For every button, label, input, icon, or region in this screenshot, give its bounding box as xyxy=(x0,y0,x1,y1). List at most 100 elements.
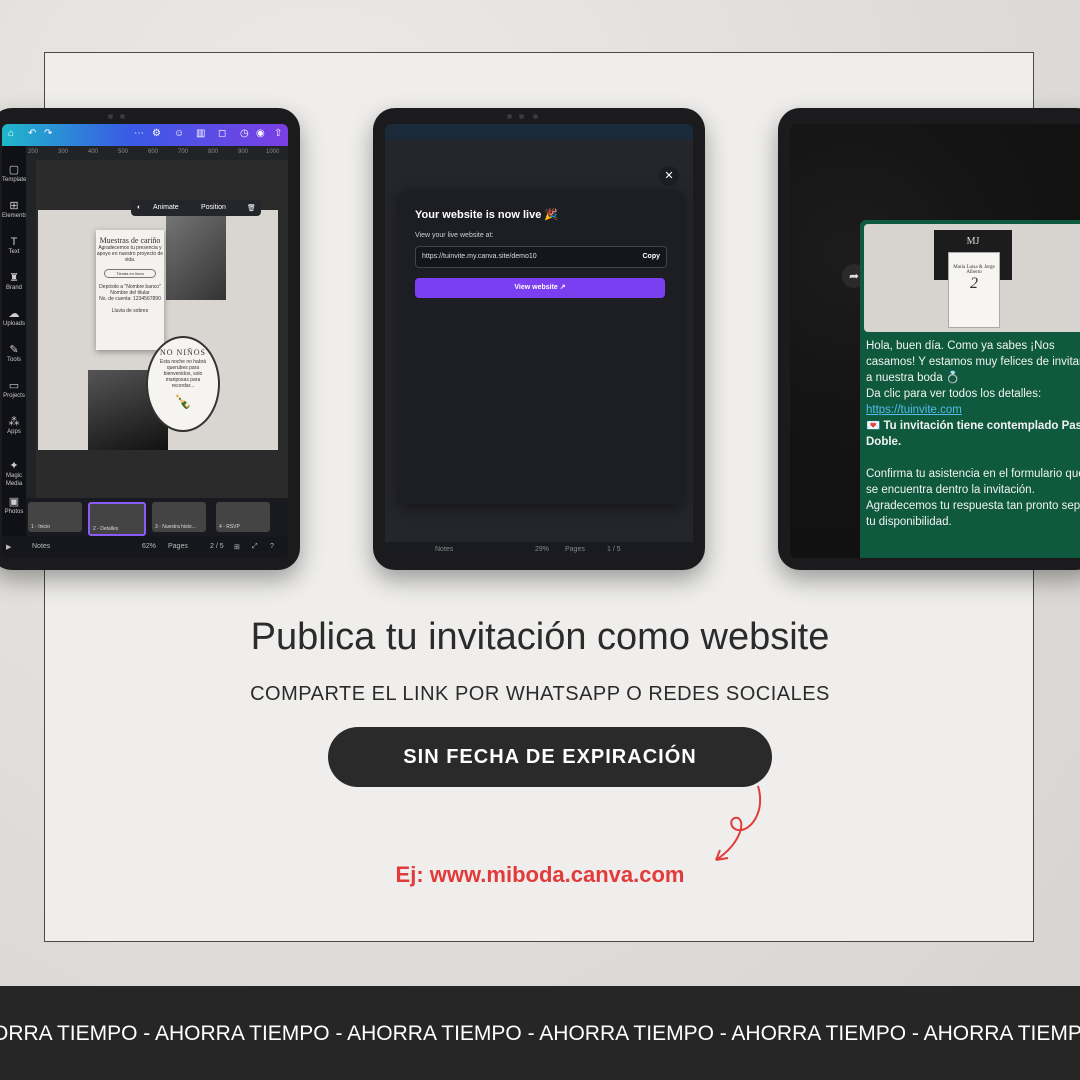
couple-names: María Luisa & Jorge Alberto xyxy=(953,265,995,275)
whatsapp-message[interactable]: MJ María Luisa & Jorge Alberto 2 Hola, b… xyxy=(860,220,1080,558)
transparency-icon[interactable]: ◐ xyxy=(137,204,141,211)
website-url-field[interactable]: https://tuinvite.my.canva.site/demo10 Co… xyxy=(415,246,667,268)
page-thumb[interactable]: 3 - Nuestra histo... xyxy=(152,502,206,532)
editor-toolbar: ⌂ ↶ ↷ ⋯ ⚙ ☺ ▥ ◻ ◷ ◉ ⇧ xyxy=(2,124,288,146)
ticker-text: ORRA TIEMPO - AHORRA TIEMPO - AHORRA TIE… xyxy=(0,1022,1080,1045)
cloud-upload-icon: ☁ xyxy=(8,308,20,320)
share-icon[interactable]: ⇧ xyxy=(274,128,282,139)
tablet-publish: ✕ Your website is now live 🎉 View your l… xyxy=(373,108,705,570)
floating-toolbar: ◐ Animate Position 🗑 xyxy=(131,200,261,216)
pages-button[interactable]: Pages xyxy=(168,543,188,550)
modal-subtitle: View your live website at: xyxy=(415,232,494,239)
example-url: Ej: www.miboda.canva.com xyxy=(395,862,685,887)
sidebar-item-magic-media[interactable]: ✦ Magic Media xyxy=(2,460,26,488)
help-icon[interactable]: ? xyxy=(270,543,274,550)
store-pill: Tienda en línea xyxy=(104,269,156,278)
grid-icon[interactable]: ⊞ xyxy=(234,543,240,551)
timer-icon[interactable]: ◷ xyxy=(240,128,249,139)
page-thumbnails: 1 - Inicio 2 - Detalles 3 - Nuestra hist… xyxy=(26,498,288,536)
magic-media-icon: ✦ xyxy=(9,460,19,472)
collaborators-icon[interactable]: ☺ xyxy=(174,128,184,139)
home-icon[interactable]: ⌂ xyxy=(8,128,14,139)
gifts-card[interactable]: Muestras de cariño Agradecemos tu presen… xyxy=(96,230,164,350)
play-icon[interactable]: ▶ xyxy=(6,543,11,551)
pages-button[interactable]: Pages xyxy=(565,546,585,553)
text-icon: T xyxy=(10,236,18,248)
card-body: Agradecemos tu presencia y apoyo en nues… xyxy=(96,245,164,263)
brand-icon: ♜ xyxy=(9,272,19,284)
page-count: 2 / 5 xyxy=(210,543,224,550)
account-text: No. de cuenta: 1234567890 xyxy=(99,296,161,302)
couple-photo[interactable] xyxy=(166,210,226,300)
trash-icon[interactable]: 🗑 xyxy=(247,204,256,212)
ticker-banner: ORRA TIEMPO - AHORRA TIEMPO - AHORRA TIE… xyxy=(0,986,1080,1080)
ruler-tick: 700 xyxy=(178,149,189,155)
elements-icon: ⊞ xyxy=(9,200,19,212)
ruler-tick: 1000 xyxy=(266,149,280,155)
close-icon[interactable]: ✕ xyxy=(659,166,679,186)
message-greeting: Hola, buen día. Como ya sabes ¡Nos casam… xyxy=(866,340,1080,384)
comment-icon[interactable]: ◻ xyxy=(218,128,226,139)
invite-link[interactable]: https://tuinvite.com xyxy=(866,404,962,416)
zoom-level[interactable]: 62% xyxy=(142,543,156,550)
redo-icon[interactable]: ↷ xyxy=(44,128,52,139)
invitation-card: María Luisa & Jorge Alberto 2 xyxy=(948,252,1000,328)
position-button[interactable]: Position xyxy=(201,204,226,211)
message-cta: Da clic para ver todos los detalles: xyxy=(866,388,1042,400)
sidebar-item-templates[interactable]: ▢ Templates xyxy=(2,164,29,184)
more-icon[interactable]: ⋯ xyxy=(134,128,144,139)
monogram: MJ xyxy=(966,236,980,247)
undo-icon[interactable]: ↶ xyxy=(28,128,36,139)
notes-button[interactable]: Notes xyxy=(32,543,50,550)
notes-button[interactable]: Notes xyxy=(435,546,453,553)
insights-icon[interactable]: ▥ xyxy=(196,128,205,139)
curved-arrow-icon xyxy=(715,785,762,861)
modal-title: Your website is now live 🎉 xyxy=(415,209,559,221)
tablet-canva-editor: ⌂ ↶ ↷ ⋯ ⚙ ☺ ▥ ◻ ◷ ◉ ⇧ ▢ Templates ⊞ Elemen… xyxy=(0,108,300,570)
camera-dot xyxy=(533,114,538,119)
animate-button[interactable]: Animate xyxy=(153,204,179,211)
design-page[interactable]: Muestras de cariño Agradecemos tu presen… xyxy=(38,210,278,450)
ruler-tick: 200 xyxy=(28,149,39,155)
sidebar-item-photos[interactable]: ▣ Photos xyxy=(2,496,26,516)
photo-icon: ▣ xyxy=(8,496,20,508)
fullscreen-icon[interactable]: ⤢ xyxy=(252,543,258,551)
sidebar-item-brand[interactable]: ♜ Brand xyxy=(2,272,26,292)
ruler-tick: 800 xyxy=(208,149,219,155)
sidebar-item-uploads[interactable]: ☁ Uploads xyxy=(2,308,26,328)
tablet2-screen: ✕ Your website is now live 🎉 View your l… xyxy=(385,124,693,558)
champagne-tower-icon: 🍾 xyxy=(174,393,192,409)
tablet3-screen: ➦ MJ María Luisa & Jorge Alberto 2 Hola,… xyxy=(790,124,1080,558)
zoom-level[interactable]: 29% xyxy=(535,546,549,553)
sidebar-item-tools[interactable]: ✎ Tools xyxy=(2,344,26,364)
tablet-whatsapp: ➦ MJ María Luisa & Jorge Alberto 2 Hola,… xyxy=(778,108,1080,570)
message-pass: 💌 Tu invitación tiene contemplado Pase D… xyxy=(866,420,1080,448)
editor-canvas[interactable]: Muestras de cariño Agradecemos tu presen… xyxy=(36,160,288,498)
camera-dot xyxy=(507,114,512,119)
ruler-tick: 300 xyxy=(58,149,69,155)
gear-icon[interactable]: ⚙ xyxy=(152,128,161,139)
sidebar-item-text[interactable]: T Text xyxy=(2,236,26,256)
no-kids-oval[interactable]: NO NIÑOS Esta noche no habrá querubes pa… xyxy=(146,336,220,432)
editor-sidebar: ▢ Templates ⊞ Elements T Text ♜ Brand ☁ Uploa… xyxy=(2,146,29,536)
camera-dot xyxy=(108,114,113,119)
sidebar-item-elements[interactable]: ⊞ Elements xyxy=(2,200,27,220)
ruler-tick: 500 xyxy=(118,149,129,155)
ruler-tick: 900 xyxy=(238,149,249,155)
headline: Publica tu invitación como website xyxy=(250,616,830,658)
invitation-image[interactable]: MJ María Luisa & Jorge Alberto 2 xyxy=(864,224,1080,332)
page-count: 1 / 5 xyxy=(607,546,621,553)
page-thumb[interactable]: 4 - RSVP xyxy=(216,502,270,532)
sidebar-item-projects[interactable]: ▭ Projects xyxy=(2,380,26,400)
ruler-tick: 400 xyxy=(88,149,99,155)
view-website-button[interactable]: View website ↗ xyxy=(415,278,665,298)
editor-footer: ▶ Notes 62% Pages 2 / 5 ⊞ ⤢ ? xyxy=(2,536,288,558)
page-thumb[interactable]: 2 - Detalles xyxy=(88,502,146,536)
camera-dot xyxy=(120,114,125,119)
preview-icon[interactable]: ◉ xyxy=(256,128,265,139)
no-expiration-button[interactable]: SIN FECHA DE EXPIRACIÓN xyxy=(328,727,772,787)
page-thumb[interactable]: 1 - Inicio xyxy=(28,502,82,532)
copy-button[interactable]: Copy xyxy=(643,253,661,260)
sidebar-item-apps[interactable]: ⁂ Apps xyxy=(2,416,26,436)
envelope-text: Lluvia de sobres xyxy=(111,308,149,314)
